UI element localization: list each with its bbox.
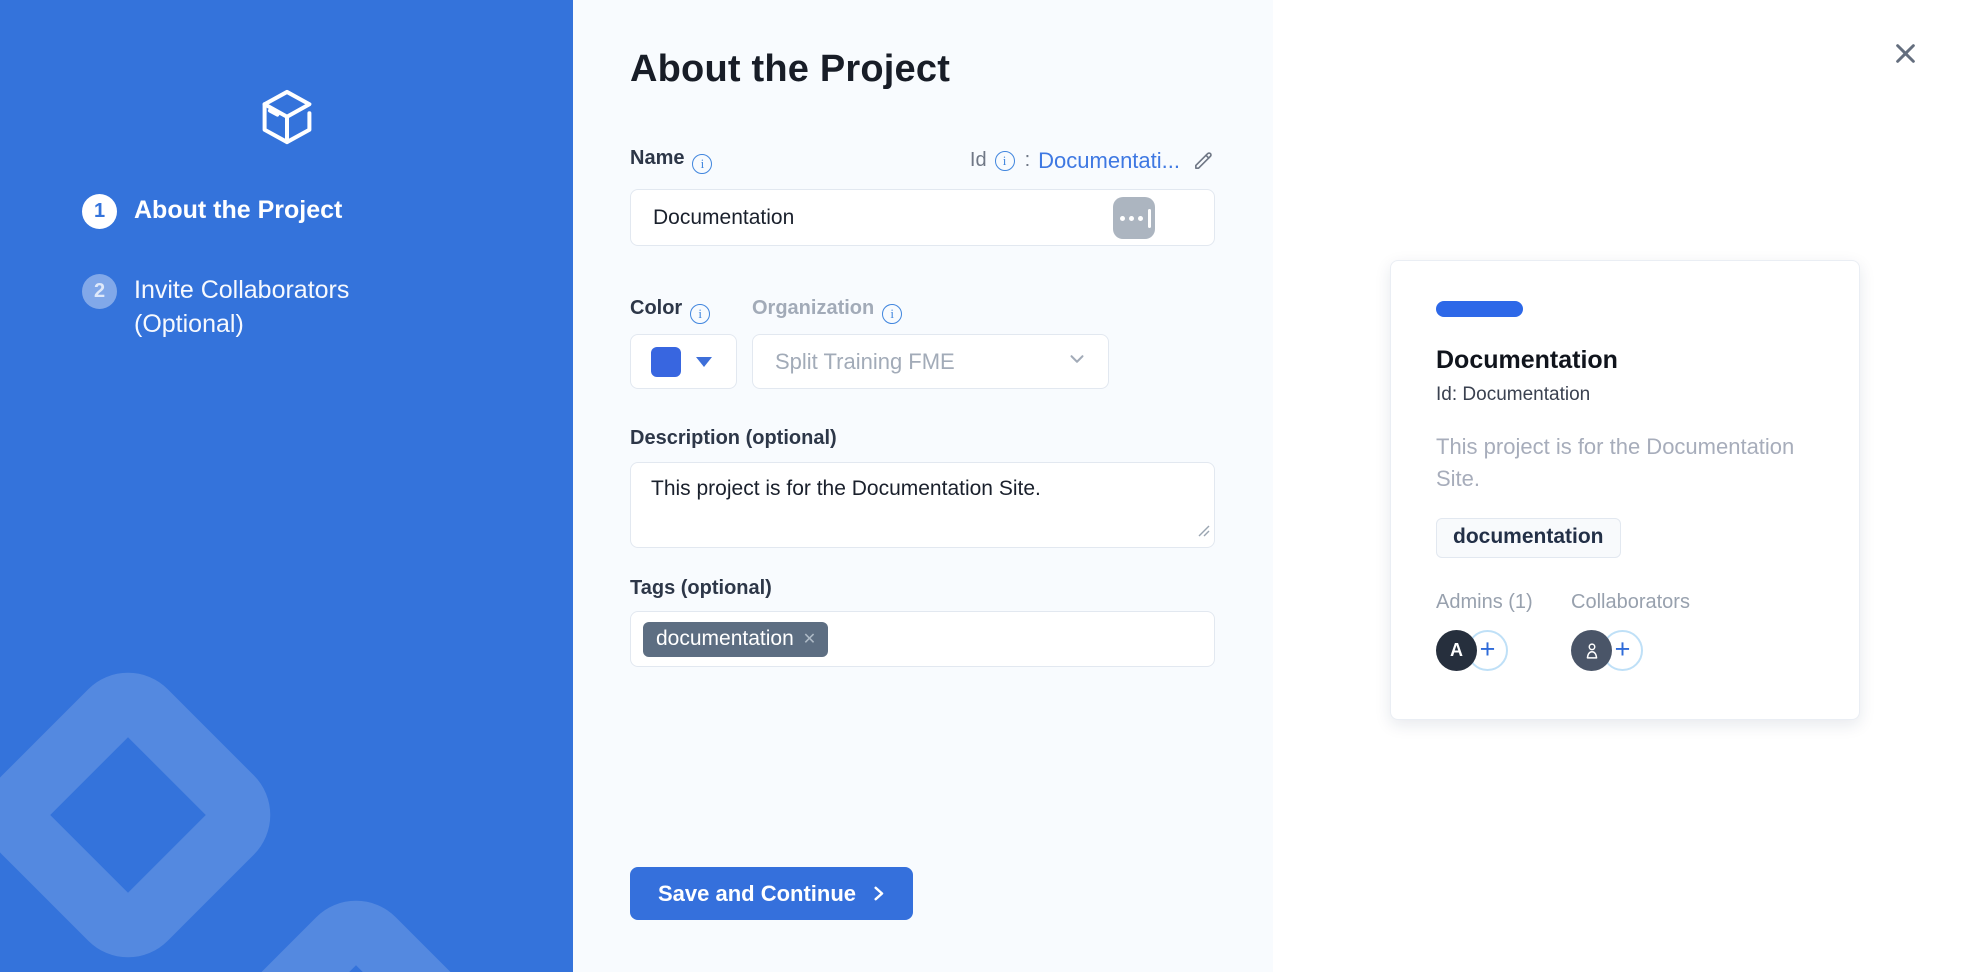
- organization-label: Organization: [752, 297, 902, 324]
- wizard-sidebar: 1 About the Project 2 Invite Collaborato…: [0, 0, 573, 972]
- close-icon[interactable]: [1892, 40, 1919, 67]
- person-icon: [1581, 640, 1603, 662]
- project-form-panel: About the Project Name Id : Documentati.…: [573, 0, 1273, 972]
- description-textarea[interactable]: This project is for the Documentation Si…: [630, 462, 1215, 548]
- id-separator: :: [1025, 149, 1031, 172]
- color-swatch: [651, 347, 681, 377]
- name-label: Name: [630, 147, 712, 174]
- color-picker[interactable]: [630, 334, 737, 389]
- color-info-icon[interactable]: [690, 304, 710, 324]
- organization-selected-value: Split Training FME: [775, 349, 1066, 375]
- wizard-steps: 1 About the Project 2 Invite Collaborato…: [82, 193, 349, 341]
- organization-select[interactable]: Split Training FME: [752, 334, 1109, 389]
- box-logo-icon: [255, 84, 319, 155]
- collaborator-avatar: [1571, 630, 1612, 671]
- step-invite-collaborators[interactable]: 2 Invite Collaborators (Optional): [82, 273, 349, 341]
- preview-panel: Documentation Id: Documentation This pro…: [1273, 0, 1974, 972]
- rename-cursor-icon[interactable]: [1113, 197, 1155, 239]
- project-color-bar: [1436, 301, 1523, 317]
- color-label: Color: [630, 297, 752, 324]
- tag-chip: documentation: [643, 622, 828, 657]
- admins-label: Admins (1): [1436, 591, 1571, 614]
- edit-id-pencil-icon[interactable]: [1192, 149, 1215, 172]
- id-label: Id: [970, 149, 987, 172]
- save-and-continue-button[interactable]: Save and Continue: [630, 867, 913, 920]
- preview-tag-badge: documentation: [1436, 518, 1621, 558]
- remove-tag-icon[interactable]: [803, 629, 816, 649]
- preview-project-description: This project is for the Documentation Si…: [1436, 431, 1826, 495]
- step-number-badge: 2: [82, 274, 117, 309]
- caret-down-icon: [696, 357, 712, 367]
- page-title: About the Project: [630, 48, 950, 91]
- step-label: Invite Collaborators (Optional): [134, 273, 349, 341]
- name-info-icon[interactable]: [692, 154, 712, 174]
- description-label: Description (optional): [630, 427, 837, 450]
- project-preview-card: Documentation Id: Documentation This pro…: [1390, 260, 1860, 720]
- step-number-badge: 1: [82, 194, 117, 229]
- chevron-right-icon: [870, 885, 887, 902]
- collaborators-label: Collaborators: [1571, 591, 1706, 614]
- chevron-down-icon: [1066, 348, 1088, 376]
- step-about-the-project[interactable]: 1 About the Project: [82, 193, 349, 229]
- id-info-icon[interactable]: [995, 151, 1015, 171]
- preview-project-title: Documentation: [1436, 346, 1814, 375]
- preview-project-id: Id: Documentation: [1436, 384, 1814, 406]
- logo-watermark: [0, 650, 293, 972]
- admin-avatar: A: [1436, 630, 1477, 671]
- logo-watermark: [191, 878, 522, 972]
- organization-info-icon[interactable]: [882, 304, 902, 324]
- step-label: About the Project: [134, 193, 342, 227]
- id-value-link[interactable]: Documentati...: [1038, 148, 1180, 174]
- tags-input[interactable]: documentation: [630, 611, 1215, 667]
- tags-label: Tags (optional): [630, 577, 772, 600]
